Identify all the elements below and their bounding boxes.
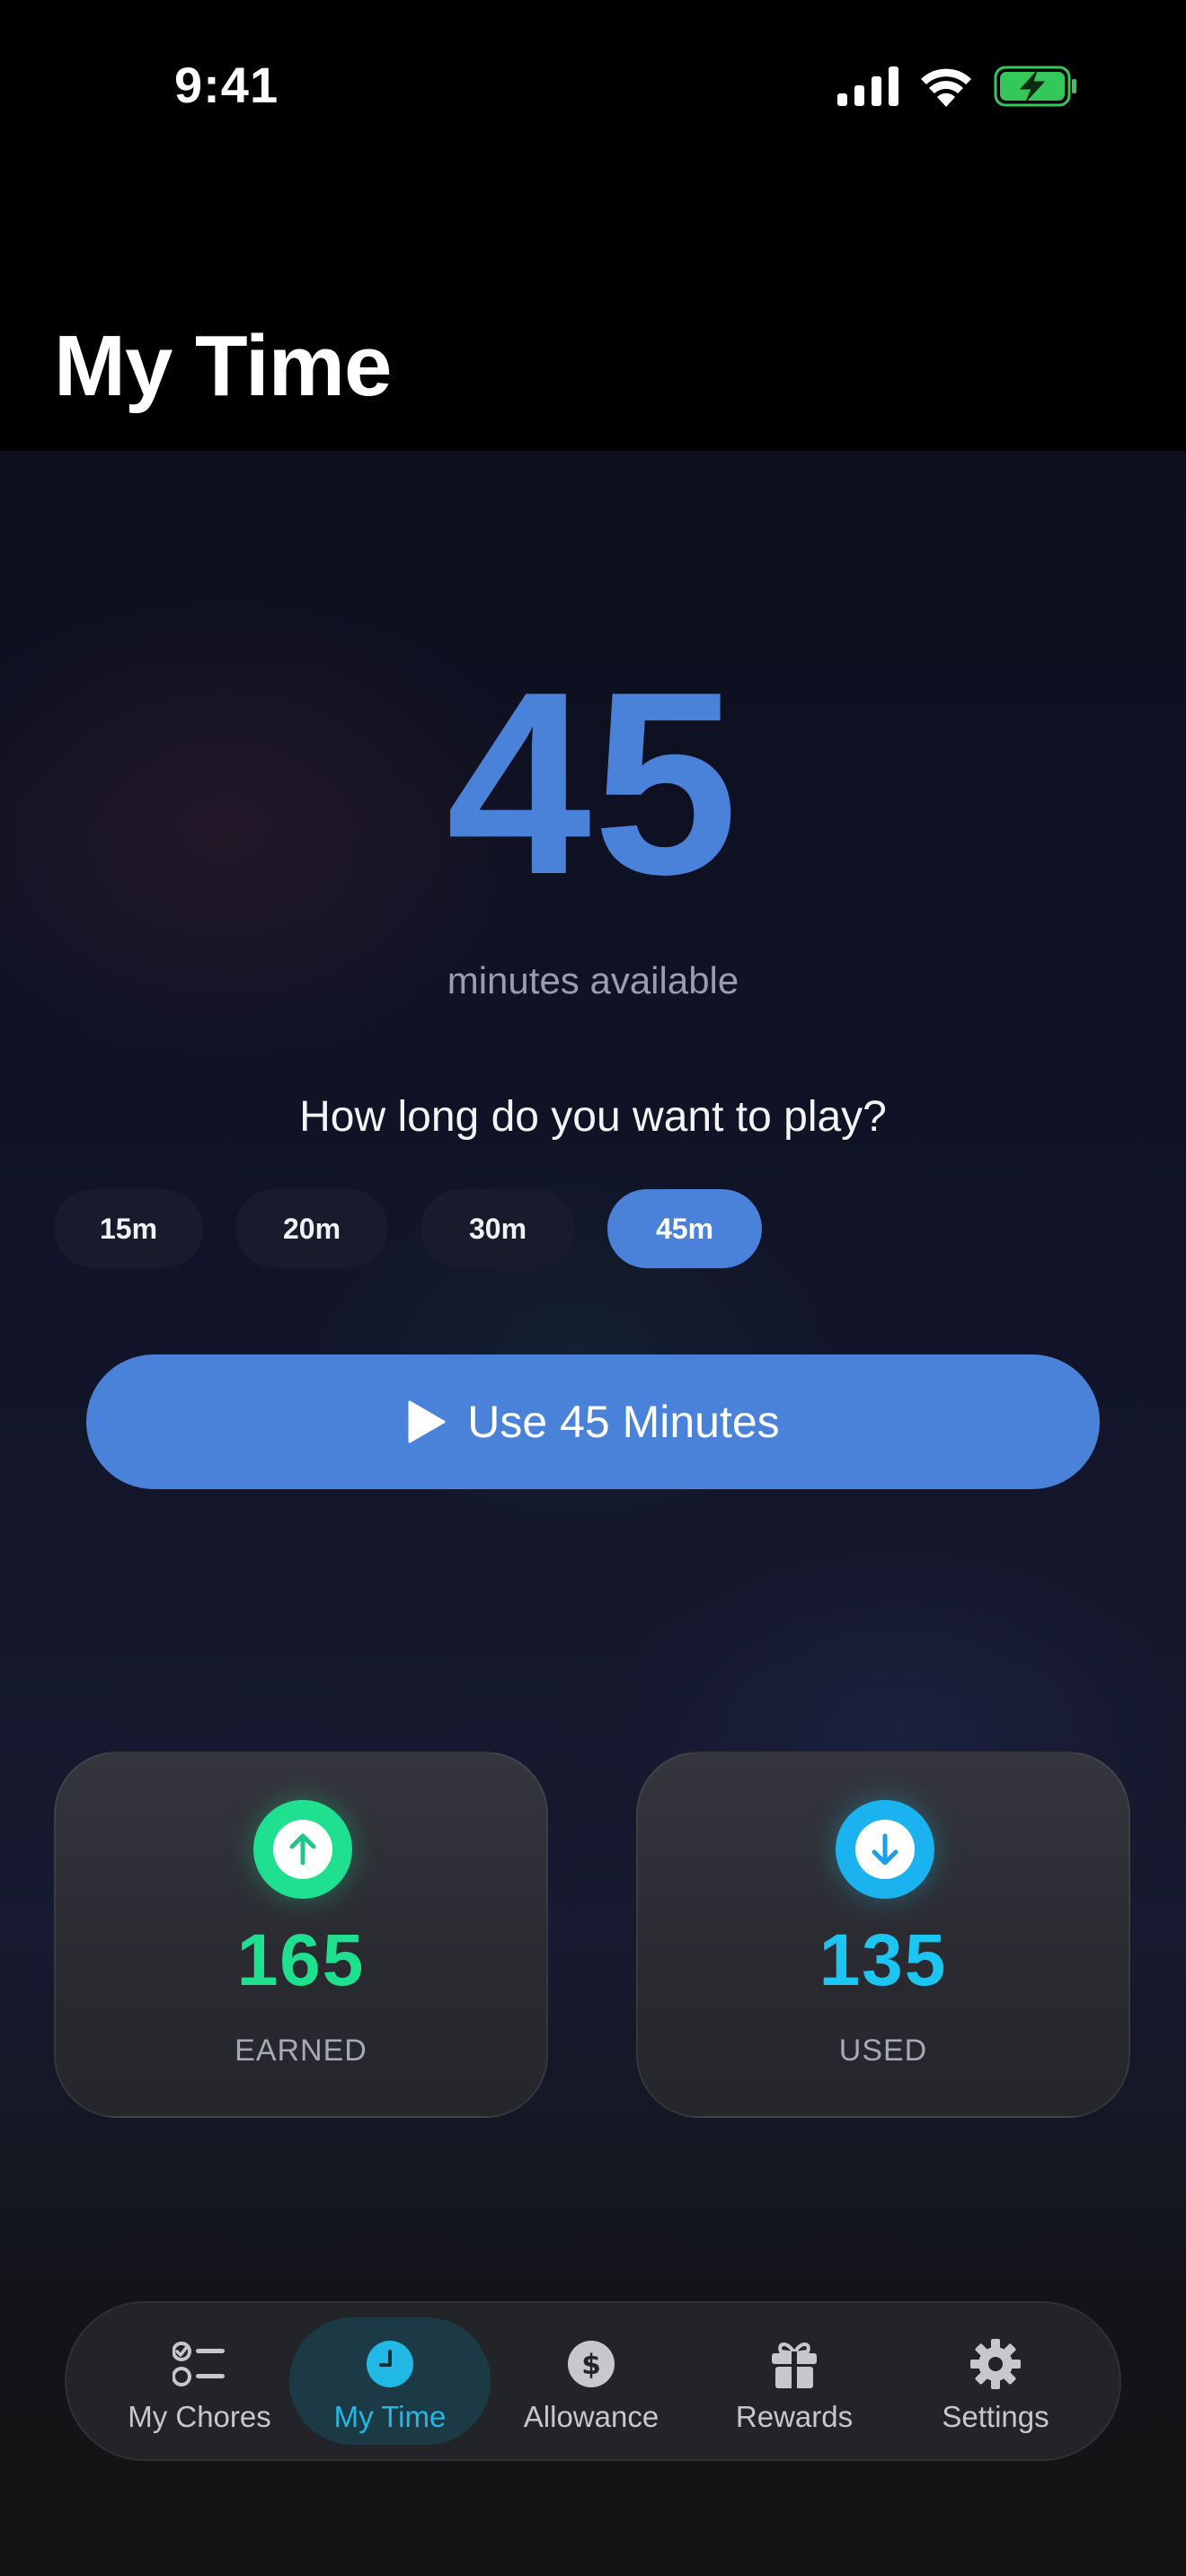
svg-text:$: $ — [581, 2349, 601, 2381]
tab-my-time-label: My Time — [333, 2400, 447, 2433]
cellular-signal-icon — [837, 66, 898, 106]
duration-chip-45m[interactable]: 45m — [607, 1189, 762, 1268]
tab-bar: My Chores My Time $ Allowance Rewards Se… — [65, 2301, 1121, 2461]
play-icon — [408, 1400, 446, 1443]
duration-chip-15m[interactable]: 15m — [54, 1189, 203, 1268]
earned-value: 165 — [236, 1919, 366, 2001]
used-card: 135 USED — [636, 1751, 1130, 2118]
tab-my-chores[interactable]: My Chores — [99, 2317, 300, 2445]
status-time: 9:41 — [174, 57, 279, 113]
earned-icon-circle — [253, 1800, 352, 1899]
duration-options: 15m 20m 30m 45m — [54, 1189, 762, 1268]
duration-chip-20m[interactable]: 20m — [235, 1189, 388, 1268]
arrow-down-icon — [855, 1820, 915, 1879]
used-icon-circle — [836, 1800, 934, 1899]
arrow-up-icon — [273, 1820, 332, 1879]
available-minutes-value: 45 — [446, 638, 740, 929]
status-icons — [837, 63, 1078, 110]
used-value: 135 — [819, 1919, 948, 2001]
use-minutes-label: Use 45 Minutes — [467, 1397, 780, 1447]
clock-icon — [367, 2341, 413, 2387]
tab-allowance-label: Allowance — [523, 2400, 659, 2433]
duration-chip-30m[interactable]: 30m — [420, 1189, 575, 1268]
tab-my-chores-label: My Chores — [128, 2400, 271, 2433]
duration-question: How long do you want to play? — [299, 1093, 887, 1141]
use-minutes-button[interactable]: Use 45 Minutes — [86, 1354, 1100, 1489]
tab-settings-label: Settings — [942, 2400, 1049, 2433]
used-label: USED — [838, 2033, 928, 2068]
tab-rewards-label: Rewards — [735, 2400, 854, 2433]
available-minutes-label: minutes available — [447, 959, 739, 1001]
tab-settings[interactable]: Settings — [895, 2317, 1096, 2445]
wifi-icon — [921, 68, 971, 107]
page-title: My Time — [54, 318, 392, 414]
status-bar: 9:41 — [0, 0, 1186, 171]
tab-allowance[interactable]: $ Allowance — [491, 2317, 692, 2445]
battery-charging-icon — [994, 66, 1076, 107]
checklist-icon — [173, 2342, 225, 2386]
earned-card: 165 EARNED — [54, 1751, 548, 2118]
dollar-icon: $ — [568, 2341, 615, 2387]
header: My Time — [0, 171, 1186, 451]
gift-icon — [772, 2342, 817, 2389]
main-content: 45 minutes available How long do you wan… — [0, 451, 1186, 2576]
gear-icon — [970, 2339, 1021, 2389]
earned-label: EARNED — [235, 2033, 367, 2068]
tab-my-time[interactable]: My Time — [289, 2317, 491, 2445]
tab-rewards[interactable]: Rewards — [694, 2317, 895, 2445]
screen: 9:41 My Time 45 minutes available How lo… — [0, 0, 1186, 2576]
